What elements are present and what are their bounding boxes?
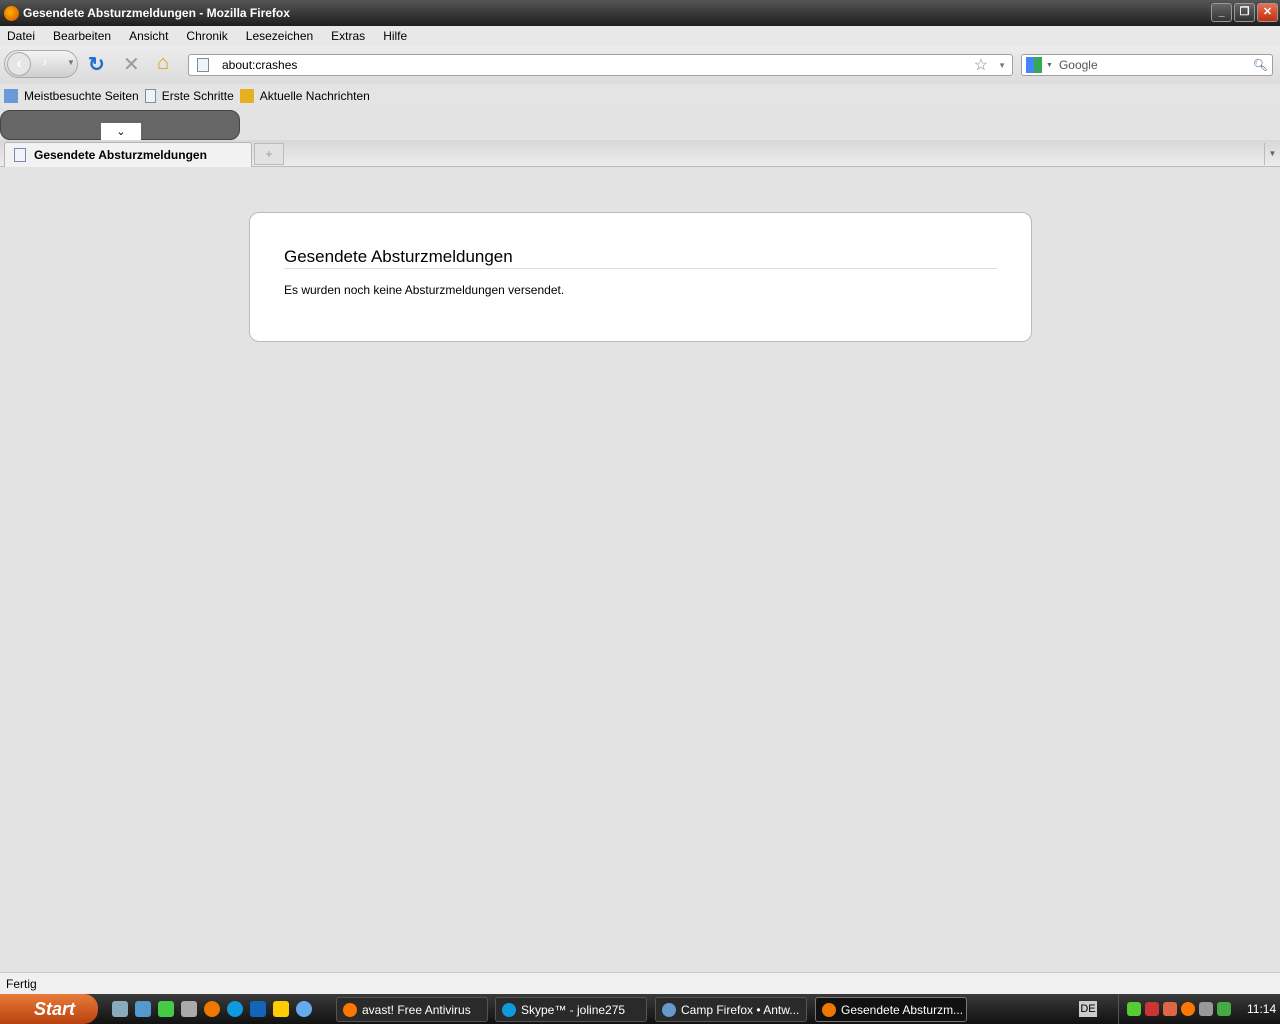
task-firefox-active[interactable]: Gesendete Absturzm... bbox=[815, 997, 967, 1022]
menu-chronik[interactable]: Chronik bbox=[186, 29, 227, 43]
task-skype[interactable]: Skype™ - joline275 bbox=[495, 997, 647, 1022]
skype-icon[interactable] bbox=[227, 1001, 243, 1017]
url-text[interactable]: about:crashes bbox=[222, 58, 974, 72]
home-icon[interactable]: ⌂ bbox=[157, 52, 169, 75]
ie-icon[interactable] bbox=[135, 1001, 151, 1017]
bookmark-erste-schritte[interactable]: Erste Schritte bbox=[144, 89, 234, 103]
desktop-icon[interactable] bbox=[112, 1001, 128, 1017]
menu-ansicht[interactable]: Ansicht bbox=[129, 29, 168, 43]
volume-icon[interactable] bbox=[1163, 1002, 1177, 1016]
search-input[interactable]: Google bbox=[1059, 58, 1253, 72]
maximize-button[interactable]: ❐ bbox=[1234, 3, 1255, 22]
page-icon bbox=[14, 148, 26, 162]
close-button[interactable]: ✕ bbox=[1257, 3, 1278, 22]
engine-dropdown-icon[interactable]: ▼ bbox=[1046, 62, 1053, 69]
status-bar: Fertig bbox=[0, 972, 1280, 994]
reload-icon[interactable]: ↻ bbox=[88, 52, 105, 77]
tab-gesendete-absturzmeldungen[interactable]: Gesendete Absturzmeldungen bbox=[4, 142, 252, 167]
new-tab-button[interactable]: + bbox=[254, 143, 284, 165]
menu-lesezeichen[interactable]: Lesezeichen bbox=[246, 29, 313, 43]
page-icon bbox=[197, 58, 209, 72]
navigation-toolbar: ‹ › ▼ ↻ ✕ ⌂ about:crashes ☆ ▼ ▼ Google 🔍… bbox=[0, 46, 1280, 84]
firefox-icon bbox=[822, 1002, 836, 1017]
crash-reports-card: Gesendete Absturzmeldungen Es wurden noc… bbox=[249, 212, 1032, 342]
title-bar: Gesendete Absturzmeldungen - Mozilla Fir… bbox=[0, 0, 1280, 26]
star-icon[interactable] bbox=[273, 1001, 289, 1017]
smart-folder-icon bbox=[4, 89, 18, 103]
search-bar[interactable]: ▼ Google 🔍︎ bbox=[1021, 54, 1273, 76]
url-bar[interactable]: about:crashes ☆ ▼ bbox=[188, 54, 1013, 76]
system-tray: 11:14 bbox=[1118, 994, 1280, 1024]
bookmarks-toolbar: Meistbesuchte Seiten Erste Schritte Aktu… bbox=[0, 84, 1280, 108]
menu-hilfe[interactable]: Hilfe bbox=[383, 29, 407, 43]
firefox-icon bbox=[4, 5, 19, 21]
browser-icon bbox=[662, 1002, 676, 1017]
addon-panel[interactable]: ⌄ bbox=[0, 110, 240, 141]
addon-toolbar: ⌄ bbox=[0, 108, 1280, 141]
quick-launch bbox=[112, 1001, 312, 1017]
task-camp-firefox[interactable]: Camp Firefox • Antw... bbox=[655, 997, 807, 1022]
back-button[interactable]: ‹ bbox=[7, 52, 31, 76]
avast-tray-icon[interactable] bbox=[1181, 1002, 1195, 1016]
bookmark-meistbesuchte[interactable]: Meistbesuchte Seiten bbox=[4, 89, 139, 103]
menu-datei[interactable]: Datei bbox=[7, 29, 35, 43]
fs-icon[interactable] bbox=[250, 1001, 266, 1017]
network-icon[interactable] bbox=[1199, 1002, 1213, 1016]
url-dropdown-icon[interactable]: ▼ bbox=[998, 61, 1006, 70]
minimize-button[interactable]: _ bbox=[1211, 3, 1232, 22]
safely-remove-icon[interactable] bbox=[1217, 1002, 1231, 1016]
tray-icon-red[interactable] bbox=[1145, 1002, 1159, 1016]
icq-icon[interactable] bbox=[158, 1001, 174, 1017]
tab-bar: Gesendete Absturzmeldungen + ▼ bbox=[0, 140, 1280, 167]
task-avast[interactable]: avast! Free Antivirus bbox=[336, 997, 488, 1022]
skype-icon bbox=[502, 1002, 516, 1017]
chevron-down-icon[interactable]: ⌄ bbox=[101, 123, 141, 141]
media-player-icon[interactable] bbox=[296, 1001, 312, 1017]
taskbar: Start avast! Free Antivirus Skype™ - jol… bbox=[0, 994, 1280, 1024]
menu-extras[interactable]: Extras bbox=[331, 29, 365, 43]
menu-bar: Datei Bearbeiten Ansicht Chronik Lesezei… bbox=[0, 26, 1280, 46]
avast-icon bbox=[343, 1002, 357, 1017]
history-dropdown-icon[interactable]: ▼ bbox=[67, 58, 75, 67]
menu-bearbeiten[interactable]: Bearbeiten bbox=[53, 29, 111, 43]
no-reports-message: Es wurden noch keine Absturzmeldungen ve… bbox=[284, 283, 565, 297]
stop-icon[interactable]: ✕ bbox=[123, 52, 140, 77]
firefox-icon[interactable] bbox=[204, 1001, 220, 1017]
bookmark-aktuelle-nachrichten[interactable]: Aktuelle Nachrichten bbox=[239, 89, 370, 103]
google-engine-icon[interactable] bbox=[1026, 57, 1042, 73]
search-icon[interactable]: 🔍︎ bbox=[1253, 58, 1268, 72]
rss-folder-icon bbox=[239, 89, 254, 103]
bookmark-star-icon[interactable]: ☆ bbox=[974, 55, 988, 75]
start-button[interactable]: Start bbox=[0, 994, 98, 1024]
page-icon bbox=[144, 89, 156, 103]
tray-icon-green[interactable] bbox=[1127, 1002, 1141, 1016]
language-indicator[interactable]: DE bbox=[1079, 1001, 1097, 1017]
forward-button[interactable]: › bbox=[43, 55, 47, 69]
back-forward-group: ‹ › ▼ bbox=[4, 50, 78, 78]
media-icon[interactable] bbox=[181, 1001, 197, 1017]
tab-list-dropdown[interactable]: ▼ bbox=[1264, 143, 1280, 165]
clock: 11:14 bbox=[1247, 1002, 1277, 1016]
page-heading: Gesendete Absturzmeldungen bbox=[284, 247, 997, 269]
window-title: Gesendete Absturzmeldungen - Mozilla Fir… bbox=[23, 6, 290, 20]
